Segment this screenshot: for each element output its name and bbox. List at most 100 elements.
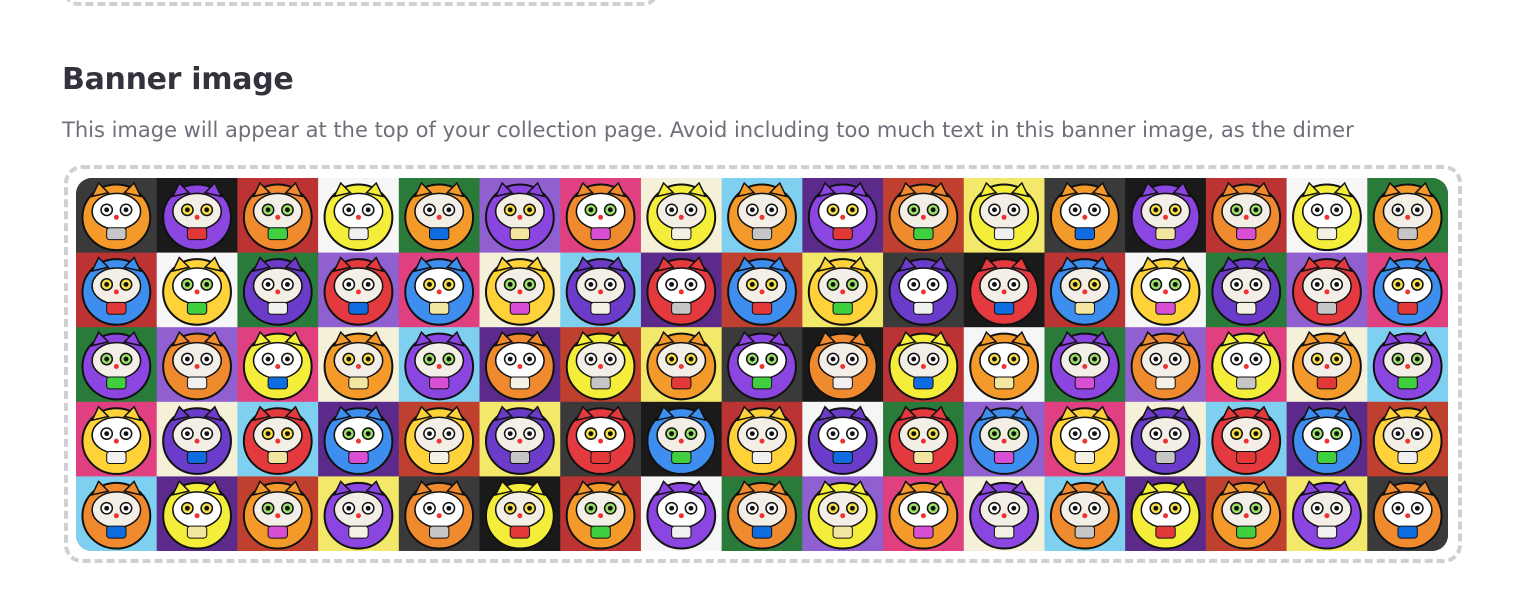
cat-belly-badge	[1316, 451, 1338, 464]
cat-belly-badge	[186, 525, 208, 539]
cat-pupil	[1153, 431, 1159, 437]
cat-pupil	[527, 207, 532, 213]
cat-pupil	[123, 282, 129, 287]
cat-nose	[759, 364, 765, 369]
cat-face	[1059, 267, 1110, 305]
cat-face	[979, 491, 1030, 529]
cat-face	[494, 491, 545, 529]
cat-nose	[194, 289, 200, 295]
cat-nose	[1324, 289, 1330, 295]
cat-pupil	[992, 431, 997, 437]
cat-pupil	[104, 207, 110, 213]
cat-nose	[113, 214, 119, 220]
cat-pupil	[1172, 431, 1178, 437]
cat-face	[494, 267, 545, 305]
cat-pupil	[1253, 282, 1259, 287]
cat-belly-badge	[993, 451, 1015, 464]
cat-nose	[275, 364, 281, 369]
banner-image[interactable]	[76, 178, 1448, 551]
cat-nose	[517, 364, 523, 369]
cat-pupil	[265, 505, 271, 511]
cat-face	[1301, 491, 1352, 529]
cat-pupil	[123, 207, 129, 213]
cat-face	[1221, 416, 1272, 454]
cat-face	[1221, 267, 1272, 305]
cat-face	[91, 491, 142, 529]
cat-pupil	[688, 431, 694, 437]
cat-pupil	[1172, 282, 1178, 287]
cat-nose	[1324, 364, 1330, 369]
cat-belly-badge	[509, 376, 531, 390]
previous-upload-dropzone[interactable]	[64, 0, 658, 6]
cat-pupil	[1253, 356, 1259, 362]
cat-pupil	[607, 282, 613, 287]
cat-nose	[1243, 438, 1249, 444]
cat-nose	[1405, 438, 1411, 444]
cat-belly-badge	[1316, 227, 1338, 241]
cat-face	[1059, 341, 1110, 380]
cat-nose	[920, 438, 926, 444]
cat-face	[1382, 267, 1433, 305]
cat-pupil	[285, 356, 290, 362]
cat-belly-badge	[993, 227, 1015, 241]
cat-face	[898, 491, 949, 529]
cat-face	[1382, 341, 1433, 380]
cat-belly-badge	[1074, 301, 1096, 315]
cat-nose	[517, 214, 523, 220]
cat-face	[575, 341, 626, 380]
cat-pupil	[427, 505, 432, 511]
cat-face	[414, 491, 465, 529]
cat-nose	[275, 289, 281, 295]
cat-pupil	[265, 282, 271, 287]
cat-nose	[1405, 513, 1411, 519]
cat-pupil	[1092, 282, 1097, 287]
cat-pupil	[265, 207, 271, 213]
cat-pupil	[1334, 505, 1340, 511]
cat-pupil	[123, 505, 129, 511]
cat-belly-badge	[832, 227, 853, 241]
cat-face	[898, 416, 949, 454]
cat-nose	[840, 513, 846, 519]
cat-pupil	[1395, 356, 1401, 362]
cat-nose	[1001, 214, 1007, 220]
cat-pupil	[1314, 431, 1320, 437]
cat-nose	[678, 289, 684, 295]
cat-belly-badge	[1236, 227, 1257, 241]
cat-belly-badge	[1397, 525, 1418, 539]
cat-nose	[759, 289, 765, 295]
cat-belly-badge	[832, 376, 853, 390]
cat-nose	[678, 364, 684, 369]
cat-face	[979, 341, 1030, 380]
cat-nose	[840, 364, 846, 369]
cat-nose	[113, 513, 119, 519]
cat-belly-badge	[590, 227, 611, 241]
cat-face	[575, 491, 626, 529]
cat-face	[656, 192, 707, 230]
cat-face	[172, 416, 223, 454]
cat-pupil	[588, 431, 594, 437]
cat-nose	[1243, 214, 1249, 220]
cat-pupil	[1234, 431, 1239, 437]
cat-belly-badge	[751, 451, 773, 464]
cat-nose	[113, 438, 119, 444]
cat-nose	[436, 364, 442, 369]
cat-belly-badge	[267, 301, 288, 315]
cat-pupil	[1072, 356, 1078, 362]
cat-pupil	[688, 282, 694, 287]
cat-nose	[678, 438, 684, 444]
cat-nose	[598, 289, 604, 295]
cat-pupil	[930, 356, 936, 362]
cat-pupil	[749, 356, 755, 362]
cat-pupil	[184, 505, 190, 511]
cat-belly-badge	[509, 525, 531, 539]
cat-face	[91, 192, 142, 230]
cat-belly-badge	[590, 525, 611, 539]
cat-face	[172, 341, 223, 380]
cat-pupil	[1334, 207, 1340, 213]
cat-pupil	[527, 505, 532, 511]
cat-belly-badge	[106, 525, 127, 539]
cat-pupil	[1234, 356, 1239, 362]
cat-belly-badge	[590, 301, 611, 315]
cat-face	[817, 192, 868, 230]
cat-face	[1221, 192, 1272, 230]
